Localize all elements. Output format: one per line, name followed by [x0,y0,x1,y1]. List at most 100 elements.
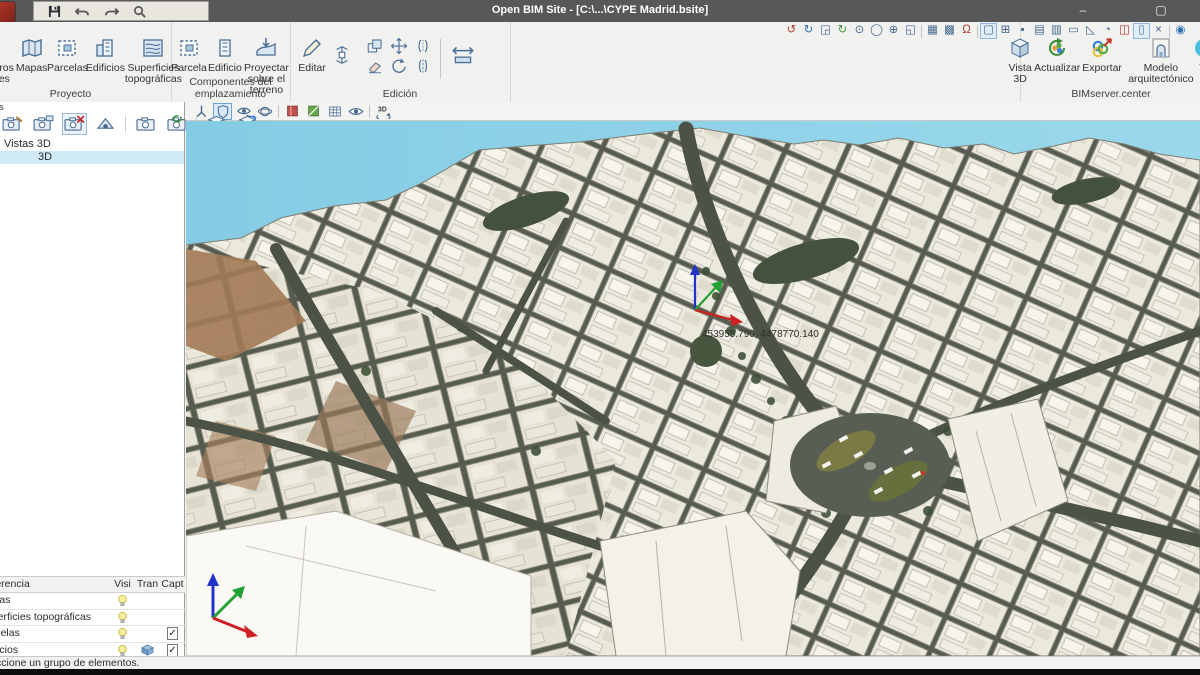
cube-icon [1008,35,1032,61]
roundabout [790,413,950,517]
partial-button[interactable]: Vi [1194,35,1200,74]
col-capt: Capt [160,577,185,592]
viewport-canvas[interactable]: 453955.790, 4478770.140 [186,121,1200,656]
arch-model-icon [1149,35,1173,61]
svg-text:3D: 3D [378,106,387,113]
layer-row-superficies[interactable]: Superficies topográficas [0,610,185,627]
map-icon [20,35,44,61]
erase-icon[interactable] [364,57,386,75]
tree-item-3d[interactable]: 3D [0,151,184,164]
minimize-button[interactable]: – [1074,3,1092,18]
orbit-left-icon[interactable]: ↺ [783,23,800,39]
snapshot-icon[interactable] [133,113,158,135]
duplicate-view-icon[interactable] [31,113,56,135]
group-label: Componentes del emplazamiento [171,76,290,100]
snap-magnet-icon[interactable]: Ω [958,23,975,39]
textures-icon[interactable]: ▩ [941,23,958,39]
copy-icon[interactable] [364,37,386,55]
parametros-generales-button[interactable]: Parámetros generales [0,35,14,85]
edit-nodes-icon [331,43,353,67]
pan-icon[interactable]: ⊕ [885,23,902,39]
layer-row-mapas[interactable]: Mapas [0,593,185,610]
edit-tools-grid [364,37,434,75]
edit-nodes-button[interactable] [329,35,355,67]
zoom-icon[interactable]: ⊙ [851,23,868,39]
buildings-icon [93,35,117,61]
bottom-black-strip [0,669,1200,675]
edificio-button[interactable]: Edificio [208,35,242,74]
layers-table-header: Referencia Visi Tran Capt [0,576,185,593]
ribbon: ↺ ↻ ◲ ↻ ⊙ ◯ ⊕ ◱ ▦ ▩ Ω ▢ ⊞ ▪ ▤ ▥ ▭ ◺ ◔ ◫ … [0,22,1200,103]
tree-root-vistas-3d[interactable]: Vistas 3D [0,138,184,151]
edificios-button[interactable]: Edificios [87,35,123,74]
actualizar-button[interactable]: Actualizar [1034,35,1080,74]
bulb-icon[interactable] [110,610,135,625]
refresh-view-icon[interactable]: ↻ [834,23,851,39]
capture-checkbox[interactable]: ✓ [160,626,185,641]
group-label: Proyecto [0,88,171,100]
parcel-icon [55,35,79,61]
eye-icon[interactable] [346,103,365,120]
toolbar-divider [278,105,279,118]
layer-row-parcelas[interactable]: Parcelas ✓ [0,626,185,643]
rotate-3d-icon[interactable]: 3D [374,103,393,120]
quick-access-toolbar [33,1,209,21]
pencil-icon [300,35,324,61]
modelo-arquitectonico-button[interactable]: Modelo arquitectónico [1130,35,1192,85]
parcel-icon [177,35,201,61]
toolbar-divider [921,25,922,38]
sphere-view-icon[interactable]: ◯ [868,23,885,39]
col-visi: Visi [110,577,135,592]
col-referencia: Referencia [0,577,30,592]
exportar-button[interactable]: Exportar [1082,35,1122,74]
mirror-horizontal-icon[interactable] [412,57,434,75]
delete-view-icon[interactable] [62,113,87,135]
undo-icon[interactable] [75,5,90,18]
mapas-button[interactable]: Mapas [16,35,48,74]
frame-icon[interactable]: ▢ [980,23,997,39]
viewport-toolbar: 3D [185,102,1200,121]
app-icon[interactable] [0,1,16,23]
redo-icon[interactable] [104,5,119,18]
mirror-vertical-icon[interactable] [412,37,434,55]
ribbon-group-proyecto: Parámetros generales Mapas Parcelas Edif… [0,22,172,102]
maximize-button[interactable]: ▢ [1152,3,1170,18]
toolbar-divider [125,115,126,133]
section-visibility-icon[interactable] [93,113,118,135]
previous-view-icon[interactable]: ◱ [902,23,919,39]
ribbon-group-edicion: Editar [290,22,511,102]
bulb-icon[interactable] [110,593,135,608]
toolbar-divider [977,25,978,38]
city-scene: 453955.790, 4478770.140 [186,121,1200,656]
grid-icon[interactable] [325,103,344,120]
render-mode-icon[interactable]: ▦ [924,23,941,39]
status-bar: Seleccione un grupo de elementos. [0,656,1200,670]
editar-button[interactable]: Editar [297,35,327,74]
views-panel: Vistas Vistas 3D 3D Referencia Visi Tran… [0,102,185,656]
terrain-icon [141,35,165,61]
zoom-window-icon[interactable]: ◲ [817,23,834,39]
sync-icon [1045,35,1069,61]
title-bar: Open BIM Site - [C:\...\CYPE Madrid.bsit… [0,0,1200,22]
new-view-icon[interactable] [0,113,25,135]
measure-button[interactable] [448,35,478,69]
measure-icon [450,41,476,69]
vista-3d-button[interactable]: Vista 3D [1008,35,1032,85]
green-grid-icon[interactable] [304,103,323,120]
col-tran: Tran [135,577,160,592]
rotate-icon[interactable] [388,57,410,75]
search-icon[interactable] [133,5,146,18]
red-panel-icon[interactable] [283,103,302,120]
cursor-coordinates: 453955.790, 4478770.140 [702,329,819,340]
save-icon[interactable] [48,5,61,18]
orbit-icon[interactable]: ↻ [800,23,817,39]
group-inner-divider [440,39,441,79]
window-title: Open BIM Site - [C:\...\CYPE Madrid.bsit… [300,4,900,16]
bulb-icon[interactable] [110,626,135,641]
parcela-button[interactable]: Parcela [172,35,206,74]
parcelas-button[interactable]: Parcelas [49,35,85,74]
views-tree: Vistas 3D 3D [0,138,184,164]
move-icon[interactable] [388,37,410,55]
toolbar-divider [369,105,370,118]
project-terrain-icon [254,35,278,61]
